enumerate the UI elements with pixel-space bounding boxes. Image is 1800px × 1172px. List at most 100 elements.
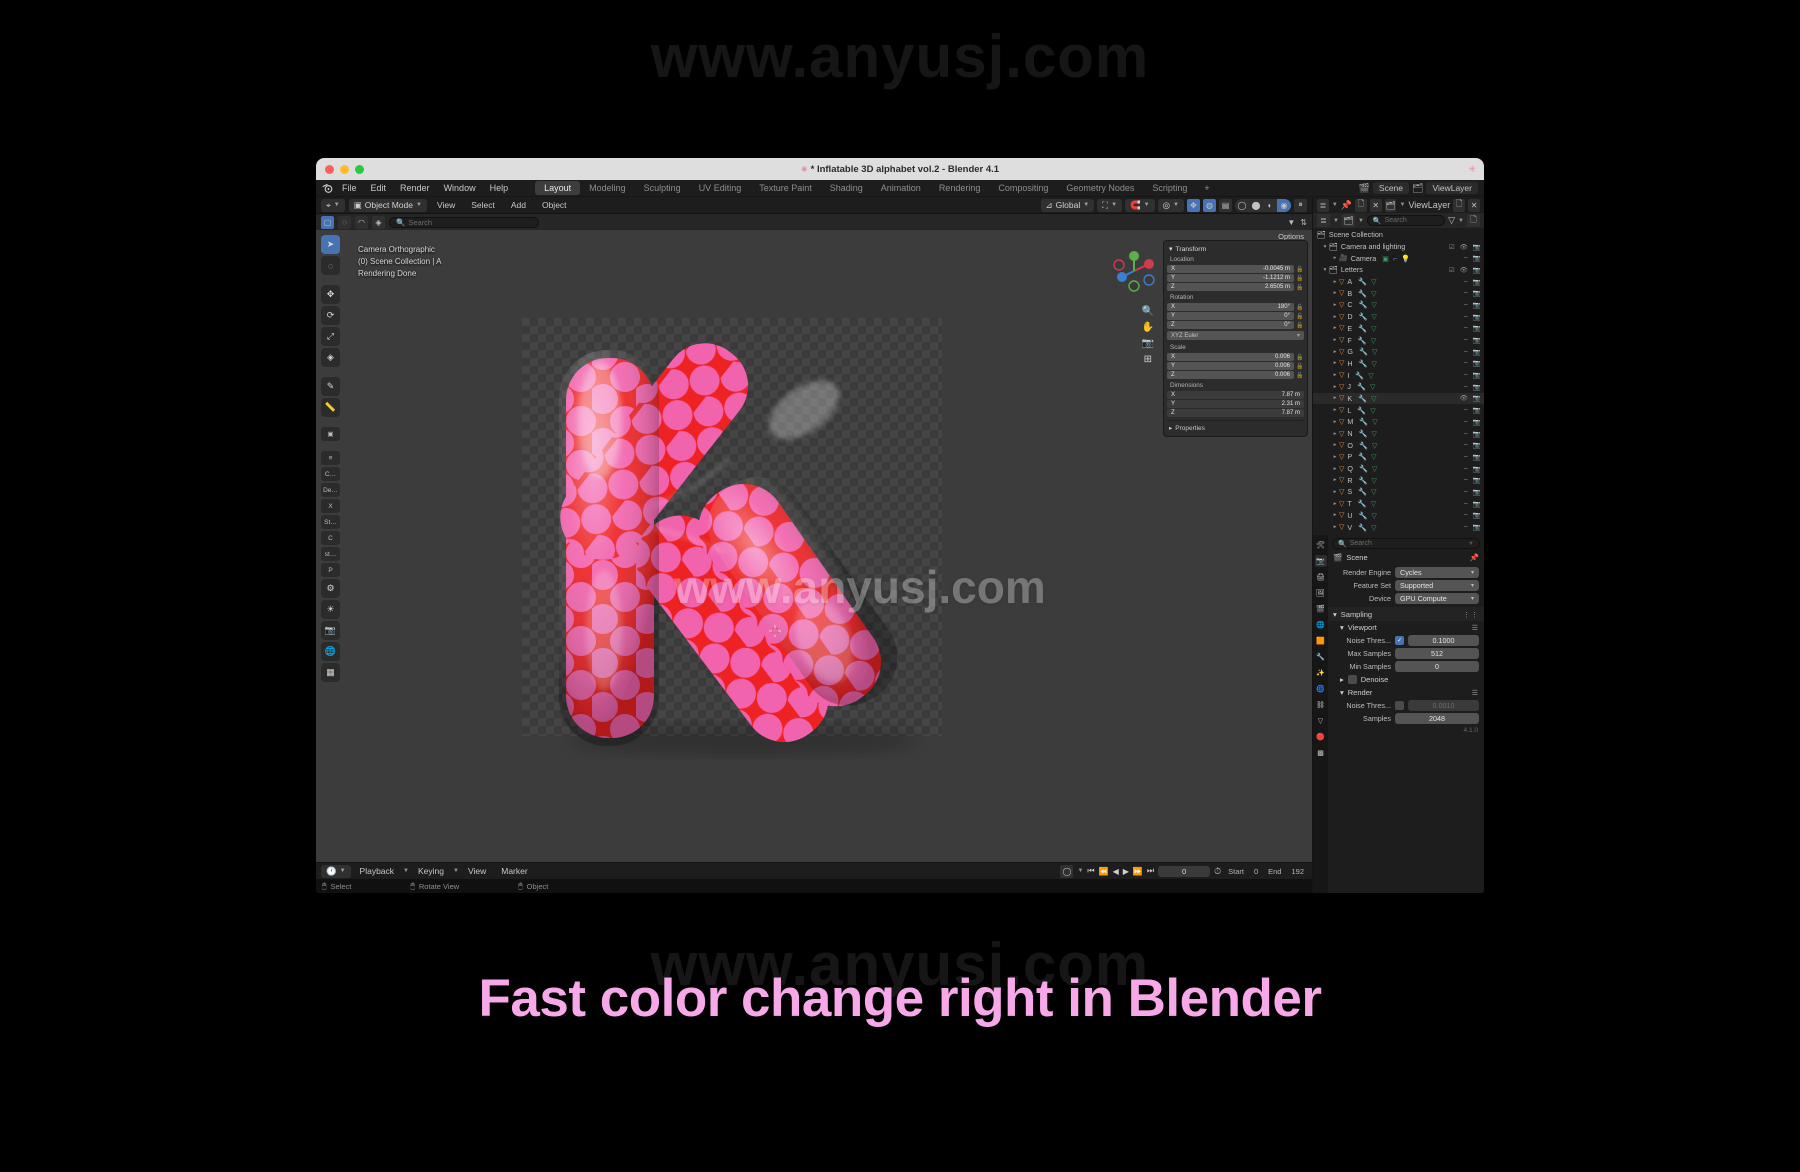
outliner-row-q[interactable]: ▸ ▽ Q 🔧 ▽ ⌣ 📷	[1313, 463, 1484, 475]
denoise-subsection-header[interactable]: ▸ Denoise	[1328, 673, 1484, 686]
chevron-right-icon[interactable]: ▸	[1331, 302, 1339, 308]
properties-modifier-tab-icon[interactable]: 🔧	[1315, 651, 1327, 663]
menu-render[interactable]: Render	[393, 180, 437, 197]
shading-wireframe-button[interactable]: ◯	[1235, 199, 1249, 212]
transform-panel-header[interactable]: ▾ Transform	[1167, 244, 1304, 254]
eye-closed-icon[interactable]: ⌣	[1464, 359, 1468, 367]
dimensions-row-x[interactable]: X 7.87 m	[1167, 391, 1304, 399]
side-tab-c2-icon[interactable]: C	[321, 531, 340, 545]
viewport-noise-threshold-row[interactable]: Noise Thres... ✓ 0.1000	[1328, 634, 1484, 647]
chevron-right-icon[interactable]: ▸	[1331, 314, 1339, 320]
tab-compositing[interactable]: Compositing	[989, 181, 1057, 195]
chevron-down-icon[interactable]: ▾	[1321, 244, 1329, 250]
lock-icon[interactable]: 🔓	[1296, 363, 1304, 370]
tab-uv-editing[interactable]: UV Editing	[690, 181, 751, 195]
outliner-search-field[interactable]: 🔍 Search	[1366, 215, 1446, 226]
chevron-right-icon[interactable]: ▸	[1331, 489, 1339, 495]
side-tab-st2-icon[interactable]: st…	[321, 547, 340, 561]
properties-physics-tab-icon[interactable]: 🌀	[1315, 683, 1327, 695]
eye-closed-icon[interactable]: ⌣	[1464, 523, 1468, 531]
eye-closed-icon[interactable]: ⌣	[1464, 348, 1468, 356]
start-frame-value[interactable]: 0	[1251, 867, 1261, 876]
lock-icon[interactable]: 🔓	[1296, 284, 1304, 291]
outliner-row-f[interactable]: ▸ ▽ F 🔧 ▽ ⌣ 📷	[1313, 334, 1484, 346]
outliner-row-i[interactable]: ▸ ▽ I 🔧 ▽ ⌣ 📷	[1313, 369, 1484, 381]
eye-icon[interactable]: 👁	[1460, 243, 1468, 251]
scene-selector[interactable]: Scene	[1372, 182, 1410, 194]
filter-icon[interactable]: ▼	[1287, 218, 1295, 227]
side-tab-st-icon[interactable]: St…	[321, 515, 340, 529]
outliner-row-letters[interactable]: ▾ 🗂 Letters ☑ 👁 📷	[1313, 264, 1484, 276]
outliner-tree[interactable]: 🗂 Scene Collection ▾ 🗂 Camera and lighting ☑ 👁…	[1313, 228, 1484, 535]
eye-closed-icon[interactable]: ⌣	[1464, 500, 1468, 508]
chevron-right-icon[interactable]: ▸	[1331, 325, 1339, 331]
chevron-right-icon[interactable]: ▸	[1331, 524, 1339, 530]
location-row-y[interactable]: Y -1.1212 m 🔓	[1167, 274, 1304, 282]
chevron-right-icon[interactable]: ▸	[1331, 501, 1339, 507]
eye-closed-icon[interactable]: ⌣	[1464, 336, 1468, 344]
viewlayer-selector[interactable]: ViewLayer	[1426, 182, 1478, 194]
camera-icon[interactable]: 📷	[1473, 406, 1481, 414]
overlays-toggle[interactable]: ◍	[1203, 198, 1216, 212]
pivot-point-dropdown[interactable]: ⛶ ▼	[1097, 198, 1123, 212]
jump-end-icon[interactable]: ⏭	[1147, 866, 1154, 876]
outliner-row-s[interactable]: ▸ ▽ S 🔧 ▽ ⌣ 📷	[1313, 486, 1484, 498]
properties-data-tab-icon[interactable]: ▽	[1315, 715, 1327, 727]
eye-closed-icon[interactable]: ⌣	[1464, 371, 1468, 379]
properties-texture-tab-icon[interactable]: ▩	[1315, 747, 1327, 759]
rotation-mode-dropdown[interactable]: XYZ Euler ▾	[1167, 331, 1304, 340]
checkbox-icon[interactable]: ☑	[1449, 266, 1455, 274]
tab-geometry-nodes[interactable]: Geometry Nodes	[1057, 181, 1143, 195]
outliner-new-collection-icon[interactable]: 🗋	[1467, 214, 1480, 227]
side-tab-create-icon[interactable]: C…	[321, 467, 340, 481]
jump-start-icon[interactable]: ⏮	[1087, 866, 1094, 876]
eye-closed-icon[interactable]: ⌣	[1464, 313, 1468, 321]
select-circle-tool-icon[interactable]: ◌	[338, 215, 351, 229]
max-samples-row[interactable]: Max Samples 512	[1328, 647, 1484, 660]
device-dropdown[interactable]: GPU Compute ▾	[1395, 593, 1479, 604]
proportional-edit-toggle[interactable]: ◎ ▼	[1157, 198, 1184, 212]
tab-modeling[interactable]: Modeling	[580, 181, 635, 195]
lock-icon[interactable]: 🔓	[1296, 354, 1304, 361]
viewport-menu-view[interactable]: View	[431, 200, 461, 210]
side-tab-p-icon[interactable]: P	[321, 563, 340, 577]
render-subsection-header[interactable]: ▾ Render ☰	[1328, 686, 1484, 699]
menu-edit[interactable]: Edit	[364, 180, 394, 197]
tool-transform-icon[interactable]: ◈	[321, 348, 340, 367]
timeline-menu-playback[interactable]: Playback	[354, 866, 401, 876]
tab-add-workspace[interactable]: +	[1196, 183, 1217, 193]
new-collection-icon[interactable]: 🗋	[1355, 198, 1367, 212]
select-extend-icon[interactable]: ◈	[372, 215, 385, 229]
feature-set-dropdown[interactable]: Supported ▾	[1395, 580, 1479, 591]
tab-scripting[interactable]: Scripting	[1143, 181, 1196, 195]
lock-icon[interactable]: 🔓	[1296, 266, 1304, 273]
chevron-right-icon[interactable]: ▸	[1331, 477, 1339, 483]
select-lasso-tool-icon[interactable]: ◠	[355, 215, 368, 229]
tool-world-icon[interactable]: 🌐	[321, 642, 340, 661]
camera-view-icon[interactable]: 📷	[1142, 338, 1154, 349]
chevron-down-icon[interactable]: ▼	[1468, 541, 1474, 547]
rotation-row-z[interactable]: Z 0° 🔓	[1167, 321, 1304, 329]
properties-viewlayer-tab-icon[interactable]: 🖼	[1315, 587, 1327, 599]
rotation-row-y[interactable]: Y 0° 🔓	[1167, 312, 1304, 320]
preset-list-icon[interactable]: ☰	[1472, 689, 1479, 697]
eye-closed-icon[interactable]: ⌣	[1464, 476, 1468, 484]
properties-search-field[interactable]: 🔍 Search ▼	[1332, 538, 1480, 549]
outliner-row-camera-and-lighting[interactable]: ▾ 🗂 Camera and lighting ☑ 👁 📷	[1313, 241, 1484, 253]
camera-icon[interactable]: 📷	[1473, 301, 1481, 309]
outliner-row-d[interactable]: ▸ ▽ D 🔧 ▽ ⌣ 📷	[1313, 311, 1484, 323]
properties-particles-tab-icon[interactable]: ✨	[1315, 667, 1327, 679]
chevron-right-icon[interactable]: ▸	[1331, 360, 1339, 366]
gizmo-toggle[interactable]: ✥	[1187, 198, 1200, 212]
play-icon[interactable]: ▶	[1123, 867, 1129, 876]
outliner-row-h[interactable]: ▸ ▽ H 🔧 ▽ ⌣ 📷	[1313, 358, 1484, 370]
camera-icon[interactable]: 📷	[1473, 500, 1481, 508]
chevron-right-icon[interactable]: ▸	[1331, 279, 1339, 285]
camera-icon[interactable]: 📷	[1473, 243, 1481, 251]
viewport-3d[interactable]: Camera Orthographic (0) Scene Collection…	[316, 230, 1312, 862]
drag-handle-icon[interactable]: ⋮⋮	[1463, 611, 1479, 619]
current-frame-field[interactable]: 0	[1158, 865, 1211, 877]
lock-icon[interactable]: 🔓	[1296, 275, 1304, 282]
shading-rendered-button[interactable]: ◉	[1277, 198, 1291, 212]
camera-icon[interactable]: 📷	[1473, 418, 1481, 426]
